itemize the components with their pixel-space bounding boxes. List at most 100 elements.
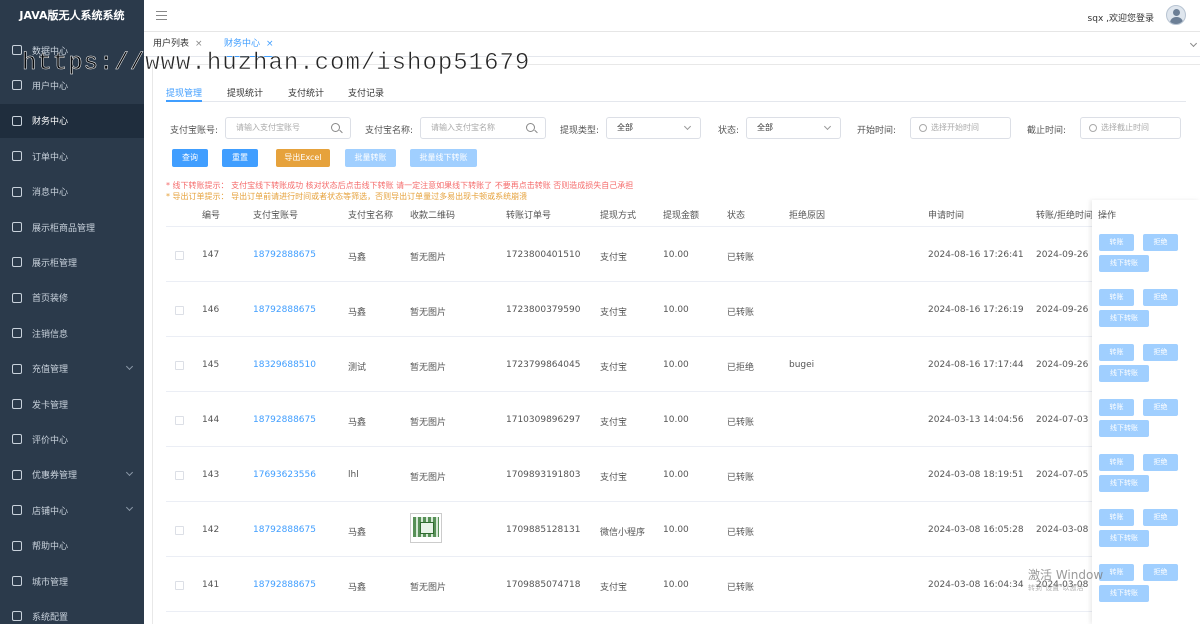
cell-account[interactable]: 18792888675 (253, 250, 316, 260)
avatar[interactable] (1166, 5, 1186, 25)
transfer-button[interactable]: 转账 (1099, 344, 1134, 361)
batch-transfer-button[interactable]: 批量转账 (345, 149, 396, 167)
offline-transfer-button[interactable]: 线下转账 (1099, 530, 1149, 547)
sidebar-item[interactable]: 消息中心 (0, 175, 144, 209)
sidebar-item[interactable]: 用户中心 (0, 68, 144, 102)
column-header: 支付宝名称 (348, 211, 394, 221)
row-checkbox[interactable] (175, 471, 184, 480)
sidebar-item[interactable]: 展示柜管理 (0, 245, 144, 279)
start-date-input[interactable]: 选择开始时间 (910, 117, 1011, 139)
sidebar-item[interactable]: 首页装修 (0, 281, 144, 315)
close-icon[interactable]: × (195, 39, 203, 49)
reject-button[interactable]: 拒绝 (1143, 454, 1178, 471)
query-button[interactable]: 查询 (172, 149, 208, 167)
transfer-button[interactable]: 转账 (1099, 454, 1134, 471)
tab-user-list[interactable]: 用户列表 × (153, 32, 203, 57)
row-checkbox[interactable] (175, 361, 184, 370)
reject-button[interactable]: 拒绝 (1143, 509, 1178, 526)
row-checkbox[interactable] (175, 416, 184, 425)
end-date-input[interactable]: 选择截止时间 (1080, 117, 1181, 139)
qr-code-image[interactable] (410, 513, 442, 543)
subtab-withdraw-manage[interactable]: 提现管理 (166, 86, 203, 102)
sidebar-item-label: 优惠券管理 (32, 471, 78, 482)
sidebar-item[interactable]: 优惠券管理 (0, 458, 144, 492)
transfer-button[interactable]: 转账 (1099, 509, 1134, 526)
row-divider (166, 501, 1200, 502)
type-select[interactable]: 全部 (606, 117, 701, 139)
row-divider (166, 446, 1200, 447)
type-value: 全部 (617, 123, 633, 132)
reject-button[interactable]: 拒绝 (1143, 399, 1178, 416)
sidebar-item[interactable]: 发卡管理 (0, 387, 144, 421)
sidebar-item-label: 财务中心 (32, 117, 69, 128)
reject-button[interactable]: 拒绝 (1143, 289, 1178, 306)
cell-method: 支付宝 (600, 473, 628, 483)
sidebar-item-label: 充值管理 (32, 365, 69, 376)
name-input[interactable]: 请输入支付宝名称 (420, 117, 546, 139)
sidebar-item[interactable]: 订单中心 (0, 139, 144, 173)
offline-transfer-button[interactable]: 线下转账 (1099, 255, 1149, 272)
chevron-down-icon (683, 122, 692, 131)
sidebar-item[interactable]: 财务中心 (0, 103, 144, 138)
reject-button[interactable]: 拒绝 (1143, 344, 1178, 361)
reject-button[interactable]: 拒绝 (1143, 234, 1178, 251)
cell-status: 已转账 (727, 418, 755, 428)
subtab-withdraw-stats[interactable]: 提现统计 (227, 86, 263, 102)
offline-transfer-button[interactable]: 线下转账 (1099, 475, 1149, 492)
subtab-pay-stats[interactable]: 支付统计 (288, 86, 324, 102)
reject-button[interactable]: 拒绝 (1143, 564, 1178, 581)
city-icon (12, 576, 22, 586)
cell-account[interactable]: 18792888675 (253, 580, 316, 590)
close-icon[interactable]: × (266, 39, 274, 49)
sidebar-item[interactable]: 数据中心 (0, 33, 144, 67)
chevron-down-icon[interactable] (1189, 39, 1198, 48)
cell-qr: 暂无图片 (410, 583, 447, 593)
status-select[interactable]: 全部 (746, 117, 841, 139)
cell-account[interactable]: 17693623556 (253, 470, 316, 480)
clock-icon (1089, 124, 1097, 132)
sidebar-item[interactable]: 注销信息 (0, 316, 144, 350)
offline-transfer-button[interactable]: 线下转账 (1099, 310, 1149, 327)
row-checkbox[interactable] (175, 526, 184, 535)
cell-account[interactable]: 18792888675 (253, 305, 316, 315)
cell-qr: 暂无图片 (410, 473, 447, 483)
sidebar-item[interactable]: 帮助中心 (0, 529, 144, 563)
search-icon[interactable] (526, 123, 535, 132)
transfer-button[interactable]: 转账 (1099, 289, 1134, 306)
export-excel-button[interactable]: 导出Excel (276, 149, 330, 167)
sidebar-item-label: 消息中心 (32, 188, 69, 199)
sidebar-item[interactable]: 城市管理 (0, 564, 144, 598)
sidebar-item-label: 系统配置 (32, 612, 69, 623)
name-label: 支付宝名称: (365, 126, 414, 136)
sidebar-item[interactable]: 系统配置 (0, 599, 144, 624)
cell-amount: 10.00 (663, 580, 689, 590)
cell-account[interactable]: 18792888675 (253, 525, 316, 535)
transfer-button[interactable]: 转账 (1099, 399, 1134, 416)
sidebar-item[interactable]: 充值管理 (0, 352, 144, 386)
transfer-button[interactable]: 转账 (1099, 234, 1134, 251)
offline-transfer-button[interactable]: 线下转账 (1099, 420, 1149, 437)
row-checkbox[interactable] (175, 251, 184, 260)
account-input[interactable]: 请输入支付宝账号 (225, 117, 351, 139)
sidebar-item[interactable]: 展示柜商品管理 (0, 210, 144, 244)
start-placeholder: 选择开始时间 (931, 123, 979, 132)
hamburger-icon[interactable] (156, 11, 167, 20)
cell-account[interactable]: 18792888675 (253, 415, 316, 425)
reset-button[interactable]: 重置 (222, 149, 258, 167)
sidebar-item[interactable]: 评价中心 (0, 422, 144, 456)
row-checkbox[interactable] (175, 581, 184, 590)
tab-finance-center[interactable]: 财务中心 × (224, 32, 274, 57)
search-icon[interactable] (331, 123, 340, 132)
offline-transfer-button[interactable]: 线下转账 (1099, 365, 1149, 382)
subtab-pay-records[interactable]: 支付记录 (348, 86, 384, 102)
name-placeholder: 请输入支付宝名称 (431, 123, 495, 132)
row-checkbox[interactable] (175, 306, 184, 315)
cell-status: 已转账 (727, 473, 755, 483)
header-divider (166, 226, 1200, 227)
offline-transfer-button[interactable]: 线下转账 (1099, 585, 1149, 602)
sidebar-item[interactable]: 店铺中心 (0, 493, 144, 527)
cell-method: 支付宝 (600, 308, 628, 318)
cell-account[interactable]: 18329688510 (253, 360, 316, 370)
transfer-button[interactable]: 转账 (1099, 564, 1134, 581)
batch-offline-transfer-button[interactable]: 批量线下转账 (410, 149, 477, 167)
